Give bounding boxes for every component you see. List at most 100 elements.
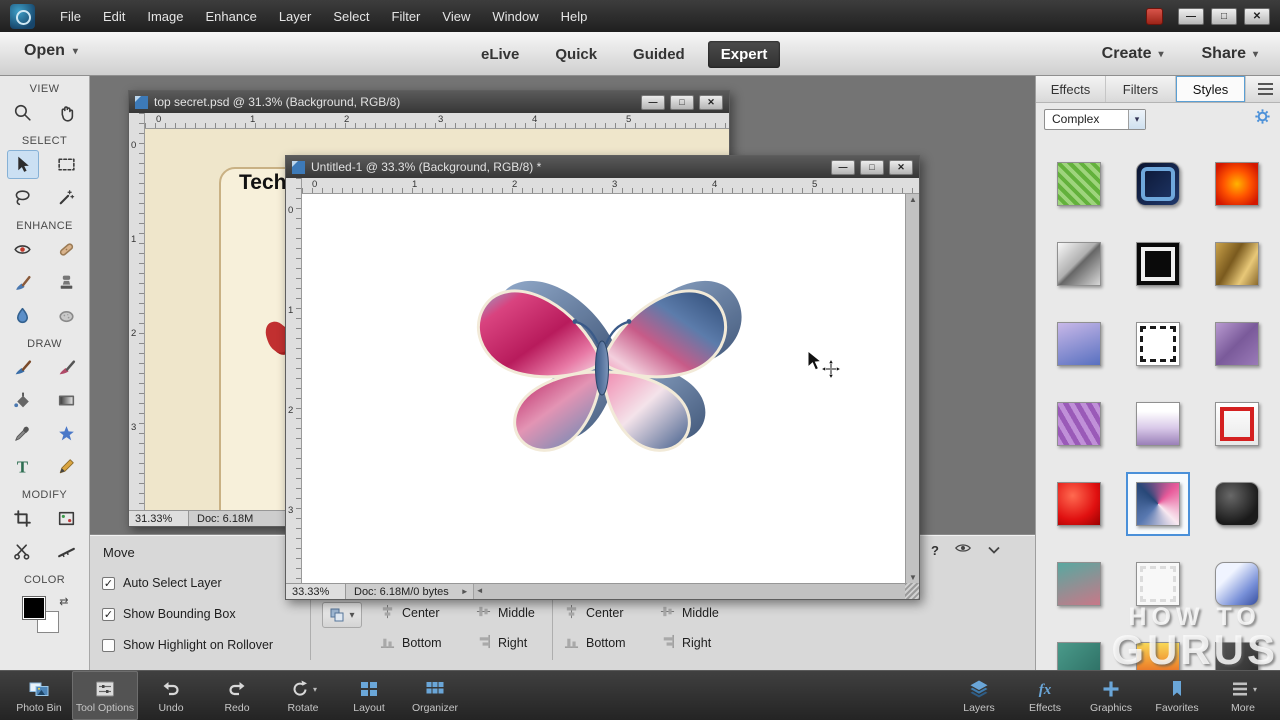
style-purple-blue-gradient[interactable]	[1057, 322, 1101, 366]
style-cell[interactable]	[1119, 384, 1198, 464]
swap-colors-icon[interactable]: ⇄	[59, 595, 68, 608]
close-button[interactable]: ✕	[699, 94, 723, 110]
tab-expert[interactable]: Expert	[707, 40, 781, 68]
tool-blur[interactable]	[7, 301, 39, 330]
style-cell[interactable]	[1198, 304, 1277, 384]
style-cell[interactable]	[1040, 544, 1119, 624]
style-dark-texture[interactable]	[1215, 642, 1259, 670]
taskbar-layout[interactable]: Layout	[336, 671, 402, 720]
style-cell[interactable]	[1198, 544, 1277, 624]
menu-edit[interactable]: Edit	[92, 0, 136, 32]
style-pink-blue-quad[interactable]	[1136, 482, 1180, 526]
tool-spot-heal[interactable]	[51, 235, 83, 264]
taskbar-favorites[interactable]: Favorites	[1144, 671, 1210, 720]
style-green-pattern[interactable]	[1057, 162, 1101, 206]
tool-recompose[interactable]	[51, 504, 83, 533]
tab-guided[interactable]: Guided	[620, 41, 698, 68]
align-bottom[interactable]: Bottom	[380, 628, 476, 658]
style-cell[interactable]	[1119, 144, 1198, 224]
menu-layer[interactable]: Layer	[268, 0, 323, 32]
menu-window[interactable]: Window	[481, 0, 549, 32]
minimize-button[interactable]: —	[641, 94, 665, 110]
selected-style-box[interactable]	[1126, 472, 1190, 536]
doc2-zoom-level[interactable]: 33.33%	[286, 584, 346, 599]
style-red-frame-glossy[interactable]	[1215, 402, 1259, 446]
style-orange-stripes[interactable]	[1136, 642, 1180, 670]
tool-zoom[interactable]	[7, 98, 39, 127]
style-cell[interactable]	[1198, 624, 1277, 670]
scroll-left-icon[interactable]: ◄	[476, 586, 484, 595]
minimize-button[interactable]: —	[1178, 7, 1204, 25]
taskbar-organizer[interactable]: Organizer	[402, 671, 468, 720]
taskbar-layers[interactable]: Layers	[946, 671, 1012, 720]
style-cell[interactable]	[1040, 224, 1119, 304]
tool-smart-brush[interactable]	[7, 268, 39, 297]
maximize-button[interactable]: □	[1211, 7, 1237, 25]
arrange-dropdown[interactable]: ▾	[322, 602, 362, 628]
checkbox-auto-select-layer[interactable]: ✓ Auto Select Layer	[102, 576, 273, 590]
tool-gradient[interactable]	[51, 386, 83, 415]
style-red-glossy[interactable]	[1057, 482, 1101, 526]
menu-image[interactable]: Image	[136, 0, 194, 32]
taskbar-undo[interactable]: Undo	[138, 671, 204, 720]
align-middle[interactable]: Middle	[476, 598, 572, 628]
tool-sponge[interactable]	[51, 301, 83, 330]
style-blue-metal-frame[interactable]	[1136, 162, 1180, 206]
eye-icon[interactable]	[954, 541, 972, 560]
doc2-resize-grip[interactable]	[905, 583, 919, 599]
tool-paint-bucket[interactable]	[7, 386, 39, 415]
distribute-center[interactable]: Center	[564, 598, 660, 628]
tab-elive[interactable]: eLive	[468, 41, 532, 68]
style-cell[interactable]	[1198, 464, 1277, 544]
checkbox-box-icon[interactable]	[102, 638, 115, 652]
style-cell[interactable]	[1040, 304, 1119, 384]
doc2-titlebar[interactable]: Untitled-1 @ 33.3% (Background, RGB/8) *…	[286, 156, 919, 178]
tool-impressionist-brush[interactable]	[51, 353, 83, 382]
style-blue-white-glossy[interactable]	[1215, 562, 1259, 606]
distribute-bottom[interactable]: Bottom	[564, 628, 660, 658]
create-button[interactable]: Create ▾	[1102, 45, 1164, 63]
menu-enhance[interactable]: Enhance	[195, 0, 268, 32]
tool-marquee[interactable]	[51, 150, 83, 179]
scroll-up-icon[interactable]: ▲	[909, 195, 917, 204]
style-black-glossy-round[interactable]	[1215, 482, 1259, 526]
style-cell[interactable]	[1040, 384, 1119, 464]
tool-red-eye[interactable]	[7, 235, 39, 264]
tool-move[interactable]	[6, 150, 39, 179]
style-purple-texture[interactable]	[1215, 322, 1259, 366]
open-button[interactable]: Open ▾	[24, 42, 78, 60]
panel-tab-effects[interactable]: Effects	[1036, 76, 1106, 102]
tool-type[interactable]: T	[7, 452, 39, 481]
taskbar-redo[interactable]: Redo	[204, 671, 270, 720]
style-sketch-frame[interactable]	[1136, 322, 1180, 366]
checkbox-box-icon[interactable]: ✓	[102, 607, 115, 621]
status-expand-icon[interactable]: ►	[457, 587, 473, 596]
doc1-zoom-level[interactable]: 31.33%	[129, 511, 189, 526]
style-white-purple-sheen[interactable]	[1136, 402, 1180, 446]
style-cell[interactable]	[1119, 624, 1198, 670]
panel-tab-styles[interactable]: Styles	[1176, 76, 1246, 102]
close-button[interactable]: ✕	[889, 159, 913, 175]
tool-hand[interactable]	[51, 98, 83, 127]
menu-help[interactable]: Help	[550, 0, 599, 32]
taskbar-effects[interactable]: fx Effects	[1012, 671, 1078, 720]
style-cell[interactable]	[1119, 304, 1198, 384]
color-swatches[interactable]: ⇄	[21, 595, 69, 639]
scroll-down-icon[interactable]: ▼	[909, 573, 917, 582]
gear-icon[interactable]	[1253, 107, 1272, 131]
taskbar-graphics[interactable]: Graphics	[1078, 671, 1144, 720]
style-cell[interactable]	[1119, 544, 1198, 624]
document-window-untitled-1[interactable]: Untitled-1 @ 33.3% (Background, RGB/8) *…	[285, 155, 920, 600]
tool-crop[interactable]	[7, 504, 39, 533]
style-cell[interactable]	[1040, 464, 1119, 544]
taskbar-rotate[interactable]: ▾ Rotate	[270, 671, 336, 720]
style-cell[interactable]	[1119, 224, 1198, 304]
style-cell[interactable]	[1198, 224, 1277, 304]
tool-straighten[interactable]	[51, 537, 83, 566]
tool-brush[interactable]	[7, 353, 39, 382]
tool-shape[interactable]	[51, 419, 83, 448]
menu-file[interactable]: File	[49, 0, 92, 32]
checkbox-box-icon[interactable]: ✓	[102, 576, 115, 590]
align-right[interactable]: Right	[476, 628, 572, 658]
tool-pencil[interactable]	[51, 452, 83, 481]
